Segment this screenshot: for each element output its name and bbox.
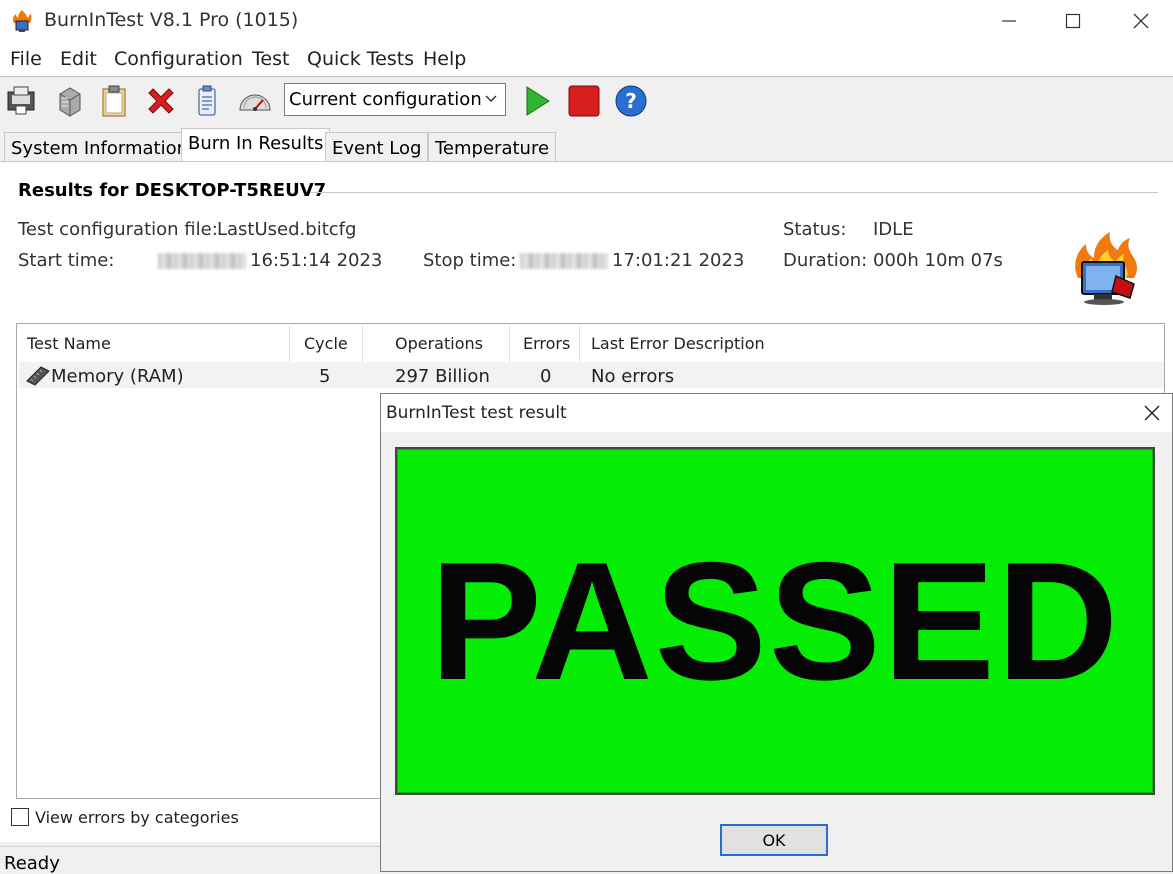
passed-banner: PASSED	[395, 447, 1155, 795]
tab-strip: System Information Burn In Results Event…	[0, 128, 1173, 162]
column-separator	[579, 326, 580, 362]
column-separator	[362, 326, 363, 362]
configuration-select[interactable]: Current configuration	[284, 83, 506, 116]
dialog-title-bar: BurnInTest test result	[381, 394, 1172, 432]
close-icon	[1144, 405, 1160, 421]
menu-file[interactable]: File	[10, 48, 42, 70]
test-result-dialog: BurnInTest test result PASSED OK	[380, 393, 1173, 872]
duration-label: Duration:	[783, 250, 868, 271]
view-errors-checkbox[interactable]	[11, 808, 29, 826]
row-operations: 297 Billion	[395, 366, 490, 387]
clipboard-icon[interactable]	[95, 82, 133, 120]
dialog-title: BurnInTest test result	[386, 403, 567, 423]
dialog-close-button[interactable]	[1136, 398, 1168, 428]
gauge-icon[interactable]	[236, 82, 274, 120]
menu-bar: File Edit Configuration Test Quick Tests…	[0, 42, 1173, 77]
notepad-config-icon[interactable]	[188, 82, 226, 120]
app-icon	[10, 9, 34, 33]
column-last-error-description[interactable]: Last Error Description	[591, 334, 765, 353]
status-value: IDLE	[873, 219, 914, 240]
config-file-label: Test configuration file:	[18, 219, 218, 240]
results-title: Results for DESKTOP-T5REUV7	[18, 180, 327, 201]
passed-text: PASSED	[429, 527, 1121, 715]
clear-results-icon[interactable]	[142, 82, 180, 120]
results-divider	[310, 192, 1158, 193]
column-separator	[289, 326, 290, 362]
menu-help[interactable]: Help	[423, 48, 466, 70]
status-label: Status:	[783, 219, 847, 240]
menu-test[interactable]: Test	[252, 48, 289, 70]
column-separator	[509, 326, 510, 362]
column-test-name[interactable]: Test Name	[27, 334, 111, 353]
row-test-name: Memory (RAM)	[51, 366, 184, 387]
row-errors: 0	[540, 366, 552, 387]
menu-configuration[interactable]: Configuration	[114, 48, 243, 70]
status-bar-text: Ready	[4, 853, 60, 874]
stop-time-value: 17:01:21 2023	[612, 250, 745, 271]
stop-time-label: Stop time:	[423, 250, 517, 271]
column-operations[interactable]: Operations	[395, 334, 483, 353]
column-cycle[interactable]: Cycle	[304, 334, 348, 353]
configuration-select-value: Current configuration	[289, 89, 482, 110]
tab-burn-in-results[interactable]: Burn In Results	[181, 128, 331, 162]
start-time: 16:51:14 2023	[158, 250, 382, 271]
menu-quick-tests[interactable]: Quick Tests	[307, 48, 414, 70]
column-errors[interactable]: Errors	[523, 334, 570, 353]
view-errors-label: View errors by categories	[35, 808, 239, 827]
start-time-label: Start time:	[18, 250, 115, 271]
stop-icon[interactable]	[565, 82, 603, 120]
row-description: No errors	[591, 366, 675, 387]
tab-temperature[interactable]: Temperature	[428, 132, 557, 162]
start-time-value: 16:51:14 2023	[250, 250, 383, 271]
memory-ram-icon	[25, 365, 51, 392]
stop-time: 17:01:21 2023	[520, 250, 744, 271]
svg-text:?: ?	[625, 89, 637, 113]
burnintest-logo-icon	[1068, 232, 1144, 308]
window-title: BurnInTest V8.1 Pro (1015)	[44, 9, 299, 31]
toolbar: ?	[0, 77, 1173, 127]
redacted-date	[520, 253, 608, 269]
tab-event-log[interactable]: Event Log	[325, 132, 429, 162]
help-icon[interactable]: ?	[612, 82, 650, 120]
row-cycle: 5	[319, 366, 331, 387]
save-report-icon[interactable]	[3, 82, 41, 120]
minimize-button[interactable]	[977, 0, 1041, 42]
close-button[interactable]	[1109, 0, 1173, 42]
menu-edit[interactable]: Edit	[60, 48, 97, 70]
tab-system-information[interactable]: System Information	[4, 132, 196, 162]
redacted-date	[158, 253, 246, 269]
play-icon[interactable]	[518, 82, 556, 120]
copy-report-icon[interactable]	[50, 82, 88, 120]
chevron-down-icon	[485, 95, 497, 102]
title-bar: BurnInTest V8.1 Pro (1015)	[0, 0, 1173, 42]
maximize-button[interactable]	[1041, 0, 1105, 42]
config-file-value: LastUsed.bitcfg	[217, 219, 357, 240]
duration-value: 000h 10m 07s	[873, 250, 1003, 271]
ok-button[interactable]: OK	[720, 824, 828, 856]
